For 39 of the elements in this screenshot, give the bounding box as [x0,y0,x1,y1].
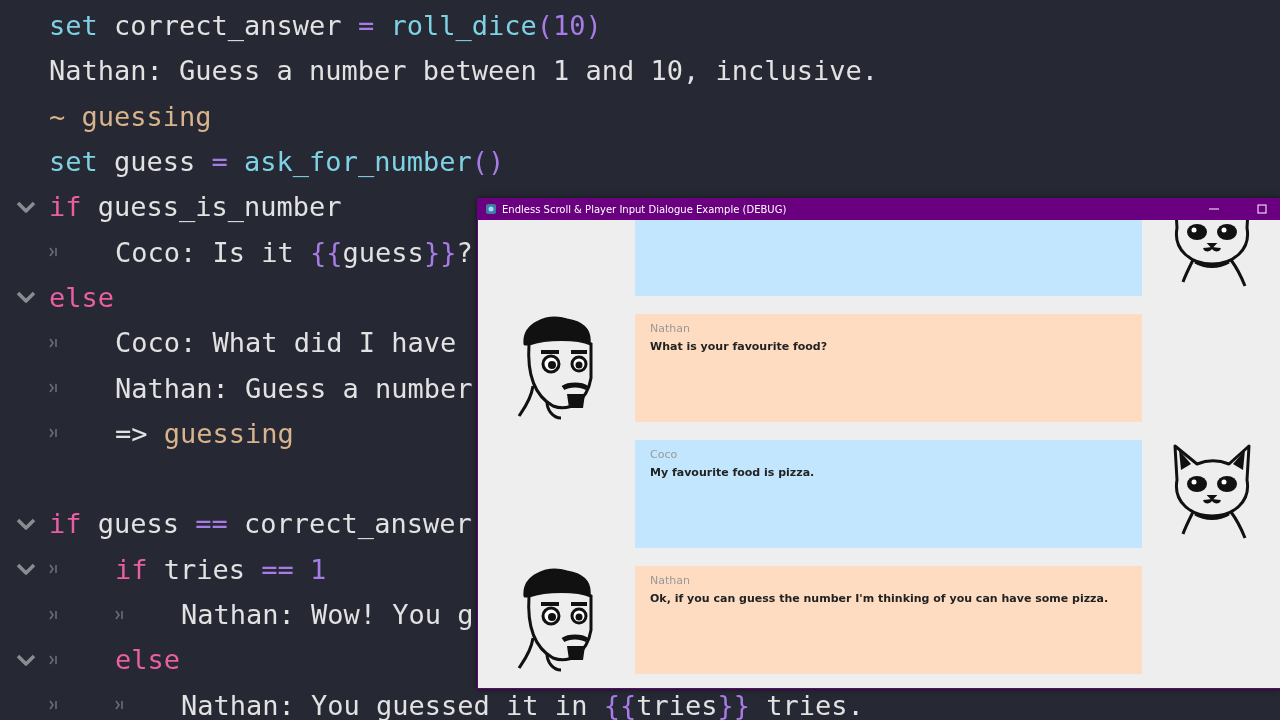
maximize-icon[interactable] [1257,204,1267,214]
code-line: if tries == 1 [115,555,327,583]
indent-marker-icon [115,700,124,711]
fold-chevron-icon[interactable] [16,563,36,576]
code-line: set correct_answer = roll_dice(10) [49,12,602,40]
indent-marker-icon [49,700,58,711]
code-line: Nathan: Wow! You g [181,601,474,628]
indent-marker-icon [49,428,58,439]
window-title: Endless Scroll & Player Input Dialogue Example (DEBUG) [502,203,787,215]
code-line: else [115,646,181,674]
code-line: => guessing [115,419,294,447]
speaker-name: Nathan [650,322,690,335]
message-text: What is your favourite food? [650,340,828,353]
message-text: Ok, if you can guess the number I'm thinking of you can have some pizza. [650,592,1109,605]
indent-marker-icon [115,609,124,620]
code-line: if guess_is_number [49,193,342,221]
code-line: Nathan: You guessed it in {{tries}} tries. [181,691,864,719]
code-line: else [49,283,115,311]
speaker-name: Coco [650,448,678,461]
indent-marker-icon [49,337,58,348]
code-line: Nathan: Guess a number [115,374,473,402]
fold-chevron-icon[interactable] [16,200,36,213]
code-line: ~ guessing [49,102,212,130]
message-text: My favourite food is pizza. [650,466,815,479]
indent-marker-icon [49,383,58,393]
speaker-name: Nathan [650,574,690,587]
code-line: Coco: What did I have [115,329,457,357]
code-line: Coco: Is it {{guess}}? [115,238,473,266]
app-icon [486,204,496,214]
indent-marker-icon [49,609,58,620]
fold-chevron-icon[interactable] [16,517,36,530]
code-line: if guess == correct_answer [49,510,472,538]
indent-marker-icon [49,247,58,258]
fold-chevron-icon[interactable] [16,291,36,304]
code-line: Nathan: Guess a number between 1 and 10, inclusive. [49,57,879,85]
indent-marker-icon [49,564,58,575]
code-line: set guess = ask_for_number() [49,148,505,176]
indent-marker-icon [49,654,58,665]
fold-chevron-icon[interactable] [16,653,36,666]
